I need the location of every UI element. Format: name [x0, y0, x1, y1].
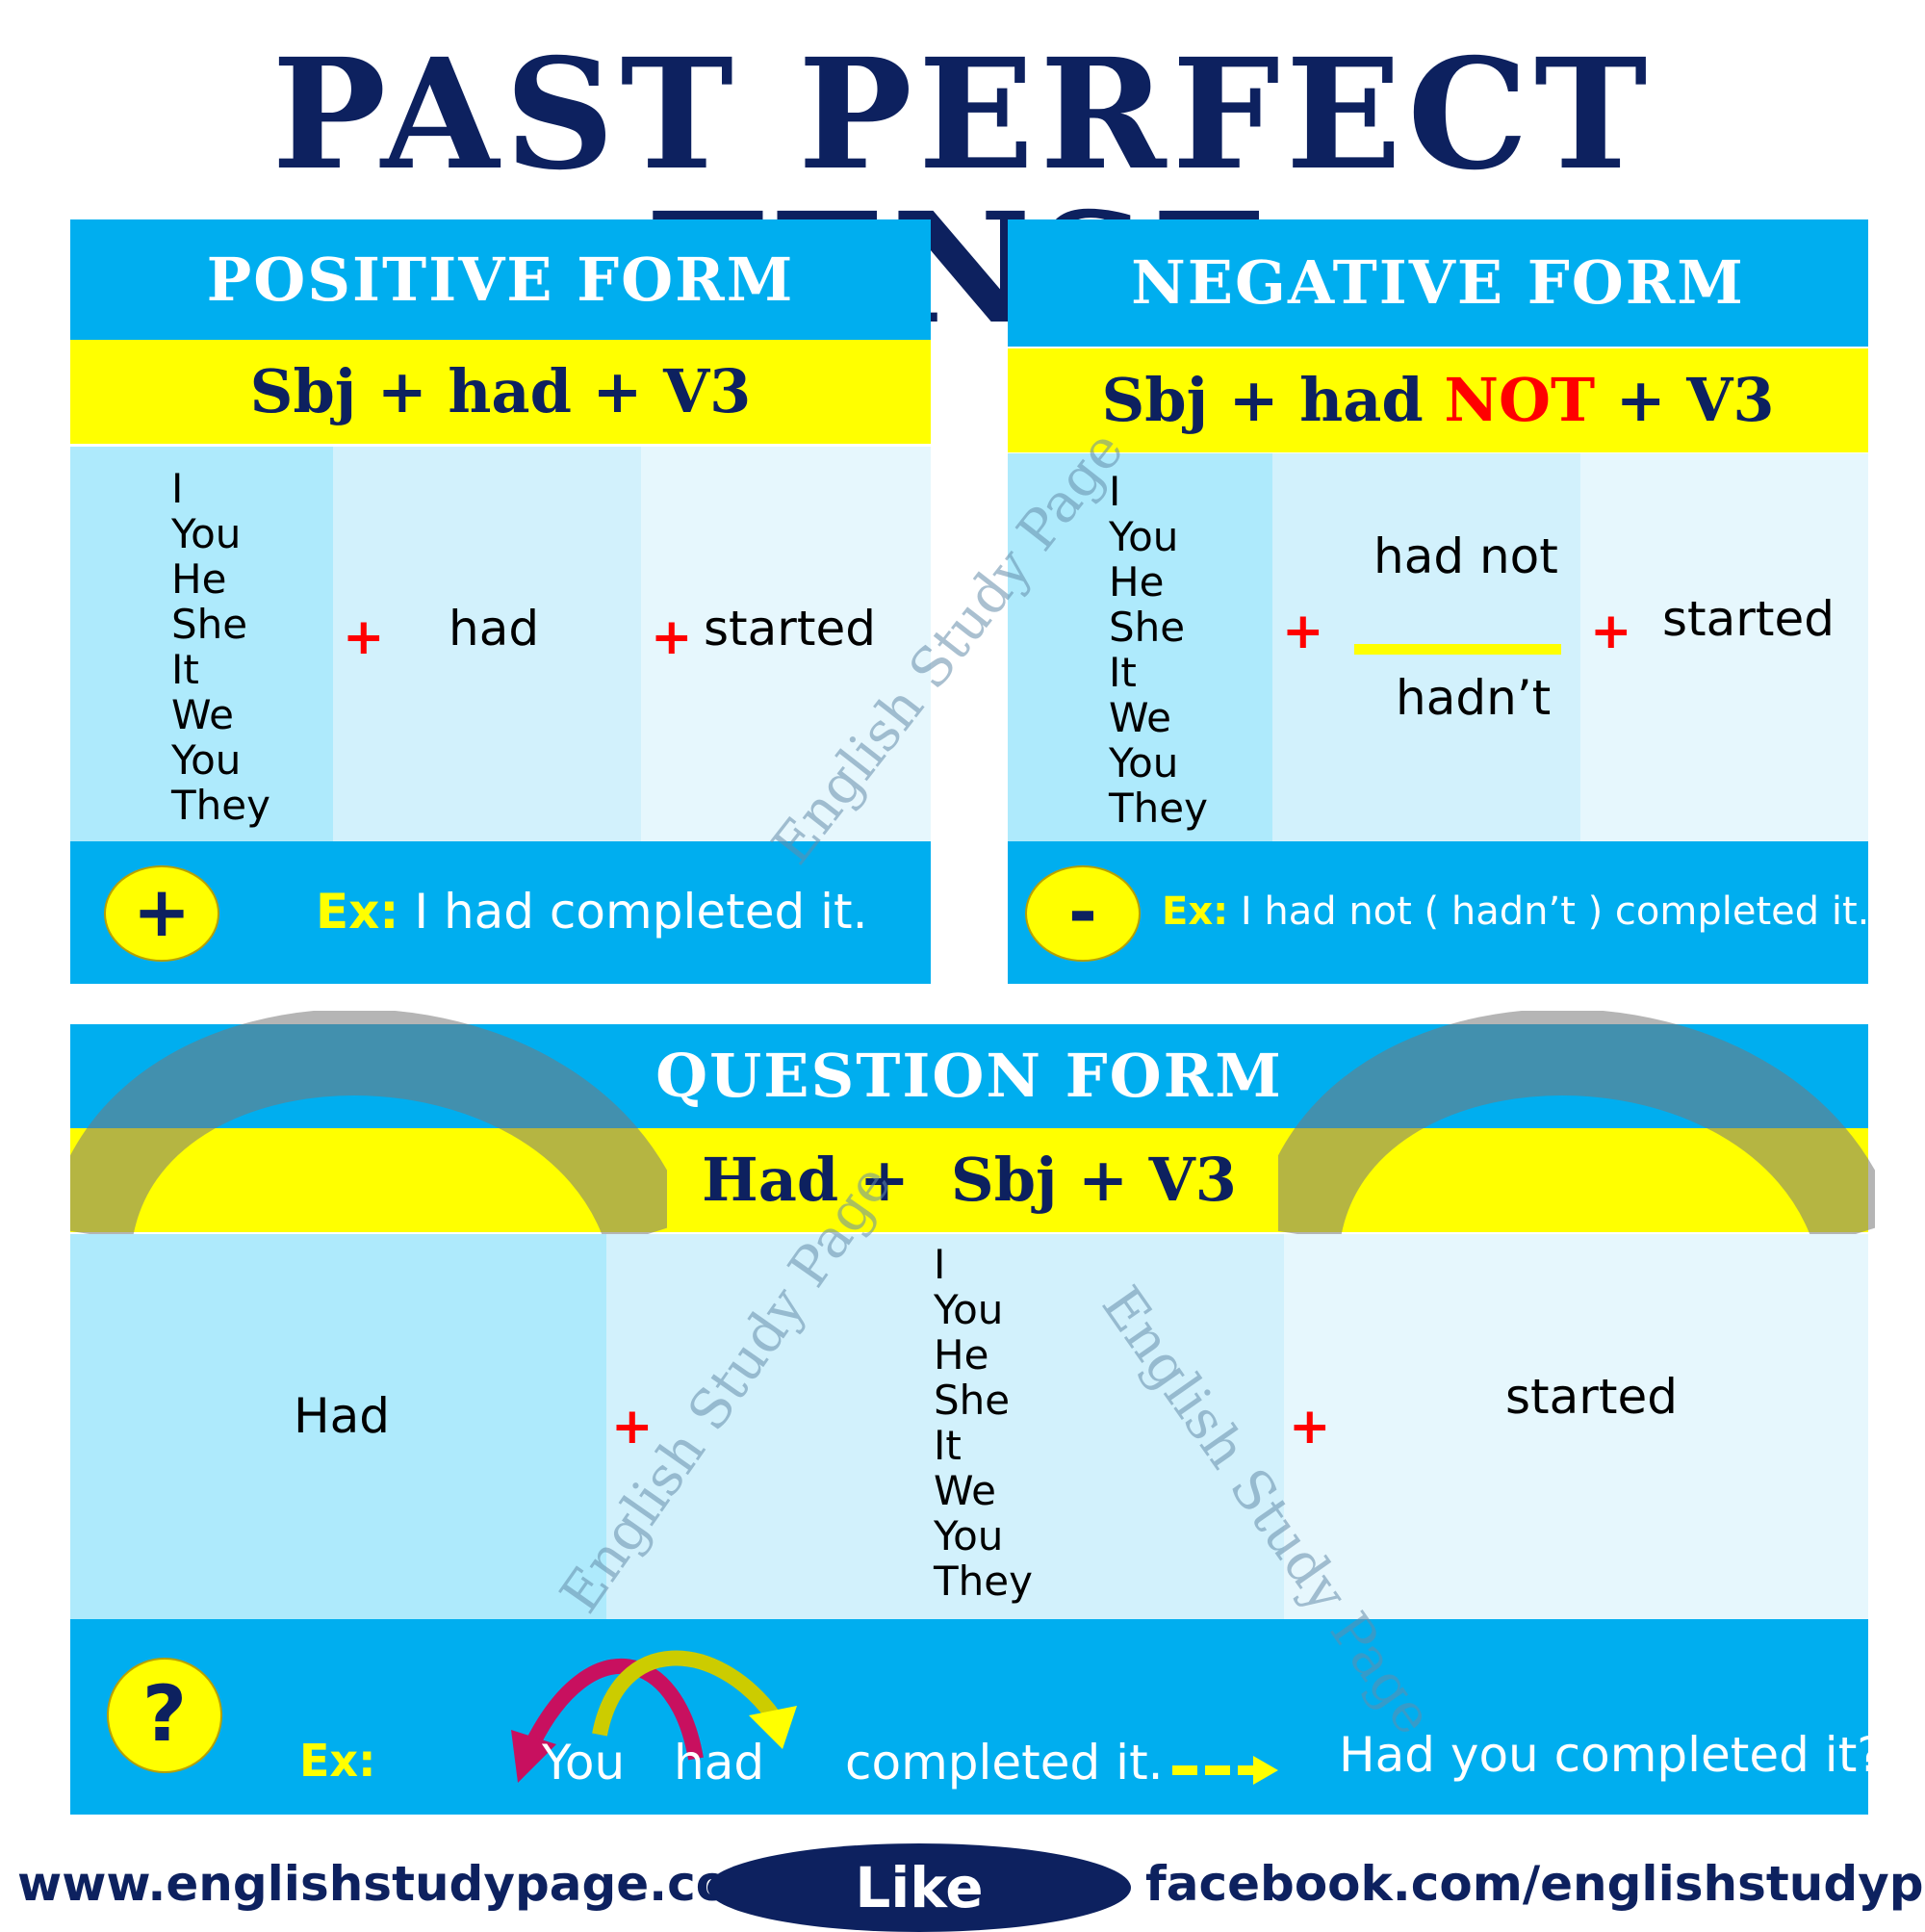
example-label-text: Ex:: [299, 1735, 376, 1787]
negative-example: Ex: I had not ( hadn’t ) completed it.: [1162, 889, 1869, 934]
like-button[interactable]: Like: [707, 1843, 1131, 1932]
plus-icon: +: [1282, 603, 1324, 660]
subject: They: [934, 1558, 1033, 1605]
auxiliary-word: Had: [294, 1388, 390, 1444]
subject: He: [1109, 558, 1165, 605]
subject-list: I You He She It We You They: [934, 1242, 1033, 1604]
auxiliary-column: + had not hadn’t: [1272, 453, 1580, 841]
positive-table: I You He She It We You They + had + star…: [70, 447, 931, 841]
auxiliary-full: had not: [1373, 528, 1558, 584]
negative-example-strip: - Ex: I had not ( hadn’t ) completed it.: [1008, 841, 1869, 984]
positive-formula: Sbj + had + V3: [70, 340, 931, 444]
example-rest: completed it.: [845, 1735, 1164, 1790]
subject: You: [171, 736, 242, 784]
formula-part: Sbj + had: [1101, 365, 1445, 435]
facebook-link[interactable]: facebook.com/englishstudypage: [1145, 1856, 1925, 1912]
subject: I: [1109, 468, 1121, 515]
question-example-strip: ? Ex: You had completed it. Had you comp…: [70, 1619, 1883, 1815]
subject: She: [171, 601, 248, 648]
example-sentence: I had not ( hadn’t ) completed it.: [1240, 889, 1870, 934]
website-link[interactable]: www.englishstudypage.com: [17, 1856, 779, 1912]
verb-word: started: [704, 601, 876, 657]
negative-heading: NEGATIVE FORM: [1008, 219, 1868, 347]
plus-icon: +: [651, 608, 693, 666]
formula-not: NOT: [1444, 365, 1596, 435]
plus-icon: +: [1590, 603, 1632, 660]
verb-column: + started: [641, 447, 931, 841]
plus-badge-icon: +: [104, 865, 219, 962]
example-label: Ex:: [1162, 889, 1229, 934]
example-word-you: You: [542, 1735, 626, 1790]
divider-line: [1354, 644, 1561, 655]
subject: You: [1109, 739, 1179, 786]
auxiliary-column: + had: [333, 447, 641, 841]
subject: They: [171, 782, 270, 829]
auxiliary-column: Had: [70, 1234, 606, 1619]
subject: It: [1109, 649, 1137, 696]
plus-icon: +: [343, 608, 385, 666]
verb-word: started: [1662, 591, 1835, 647]
subject: It: [171, 646, 199, 693]
example-label: Ex:: [299, 1735, 376, 1787]
subject: You: [171, 510, 242, 557]
negative-form-panel: NEGATIVE FORM Sbj + had NOT + V3 I You H…: [1008, 219, 1869, 984]
subject: I: [934, 1241, 946, 1288]
positive-example: Ex: I had completed it.: [316, 884, 867, 940]
example-word-had: had: [674, 1735, 765, 1790]
auxiliary-short: hadn’t: [1396, 670, 1552, 726]
arch-watermark-left: [70, 1011, 667, 1234]
dashed-arrow-icon: [1172, 1756, 1283, 1785]
negative-table: I You He She It We You They + had not ha…: [1008, 453, 1868, 841]
example-result: Had you completed it?: [1339, 1727, 1883, 1783]
negative-formula: Sbj + had NOT + V3: [1008, 348, 1868, 452]
subject: He: [934, 1331, 989, 1378]
verb-word: started: [1505, 1369, 1678, 1425]
subject: She: [934, 1377, 1011, 1424]
subject: We: [1109, 694, 1171, 741]
example-sentence: I had completed it.: [414, 884, 868, 940]
verb-column: + started: [1580, 453, 1868, 841]
subject: They: [1109, 785, 1208, 832]
subject-list: I You He She It We You They: [1109, 469, 1208, 831]
question-badge-icon: ?: [107, 1658, 222, 1773]
auxiliary-word: had: [449, 601, 540, 657]
subject-column: I You He She It We You They: [70, 447, 333, 841]
subject: You: [934, 1286, 1004, 1333]
subject-list: I You He She It We You They: [171, 466, 270, 828]
subject: She: [1109, 604, 1186, 651]
positive-heading: POSITIVE FORM: [70, 219, 931, 340]
subject: You: [934, 1512, 1004, 1559]
plus-icon: +: [1289, 1398, 1331, 1455]
subject: It: [934, 1422, 962, 1469]
arch-watermark-right: [1278, 1011, 1875, 1234]
subject: We: [934, 1467, 996, 1514]
subject: I: [171, 465, 184, 512]
subject: He: [171, 555, 227, 603]
minus-badge-icon: -: [1025, 865, 1141, 962]
question-table: Had + I You He She It We You They + star…: [70, 1234, 1868, 1619]
example-label: Ex:: [316, 884, 399, 940]
subject: You: [1109, 513, 1179, 560]
subject: We: [171, 691, 234, 738]
verb-column: + started: [1284, 1234, 1868, 1619]
formula-part: + V3: [1595, 365, 1775, 435]
